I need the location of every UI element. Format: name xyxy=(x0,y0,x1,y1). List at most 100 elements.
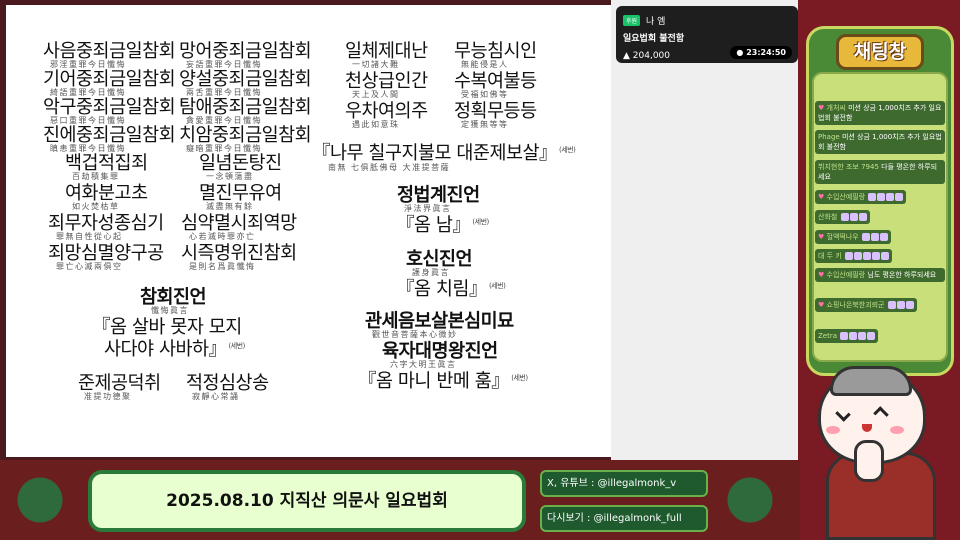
emote-icon xyxy=(845,252,854,260)
verse-hanja: 如火焚枯草 xyxy=(72,202,120,211)
repeat-tag: (세번) xyxy=(472,217,489,226)
chat-nick: 대 두 키 xyxy=(818,252,842,260)
mascot-cheek xyxy=(826,426,840,434)
social-x-youtube: X, 유튜브 : @illegalmonk_v xyxy=(540,470,708,497)
preview-strip xyxy=(611,0,800,460)
verse-line: 정획무등등 xyxy=(454,101,537,122)
emote-icon xyxy=(854,252,863,260)
verse-line: 무능침시인 xyxy=(454,41,537,62)
mantra-line: 『옴 살바 못자 모지 xyxy=(92,317,242,338)
chat-nick: 산화철 xyxy=(818,213,838,221)
emote-icon xyxy=(881,252,890,260)
chat-message: 뷔지현한 조보 7945 다들 평온한 하루되세요 xyxy=(815,160,945,184)
mantra-text: 『나무 칠구지불모 대준제보살』 xyxy=(312,143,558,164)
section-title: 호신진언 xyxy=(406,249,473,270)
mascot-praying-hands xyxy=(854,440,884,482)
emote-icon xyxy=(849,332,858,340)
verse-hanja: 一切諸大難 xyxy=(352,60,400,69)
verse-line: 기어중죄금일참회 xyxy=(43,69,176,90)
chat-nick: 수입산예필랑 xyxy=(826,193,866,201)
emote-icon xyxy=(867,332,876,340)
chat-title: 채팅창 xyxy=(836,34,924,70)
heart-icon: ♥ xyxy=(818,301,825,309)
verse-hanja: 貪愛重罪今日懺悔 xyxy=(186,116,262,125)
emote-icon xyxy=(872,252,881,260)
verse-line: 준제공덕취 xyxy=(78,373,161,394)
verse-hanja: 受福如佛等 xyxy=(461,90,509,99)
social-replay: 다시보기 : @illegalmonk_full xyxy=(540,505,708,532)
emote-icon xyxy=(858,332,867,340)
cheese-icon: ▲ xyxy=(623,51,630,61)
verse-hanja: 罪亡心滅兩俱空 xyxy=(56,262,123,271)
repeat-tag: (세번) xyxy=(488,281,506,290)
mantra-line: 『나무 칠구지불모 대준제보살』 (세번) xyxy=(312,143,576,164)
emote-icon xyxy=(879,233,888,241)
verse-line: 수복여불등 xyxy=(454,71,537,92)
section-title-hanja: 淨法界眞言 xyxy=(404,204,452,213)
verse-hanja: 瞋恚重罪今日懺悔 xyxy=(50,144,126,153)
verse-line: 망어중죄금일참회 xyxy=(179,41,312,62)
chat-message: 산화철 xyxy=(815,210,870,224)
emote-icon xyxy=(840,332,849,340)
mantra-line: 사다야 사바하』 (세번) xyxy=(104,339,245,360)
emote-icon xyxy=(858,213,867,221)
verse-hanja: 滅盡無有餘 xyxy=(206,202,254,211)
verse-line: 진에중죄금일참회 xyxy=(43,125,176,146)
chat-message: Phage 미션 상금 1,000치즈 추가 일요법회 불전함 xyxy=(815,130,945,154)
emote-icon xyxy=(870,233,879,241)
mantra-text: 사다야 사바하』 xyxy=(104,339,227,360)
emote-icon xyxy=(895,193,904,201)
donation-amount: ▲ 204,000 xyxy=(623,51,670,61)
section-title-hanja: 觀世音菩薩本心微妙 xyxy=(372,330,458,339)
event-title: 2025.08.10 지직산 의문사 일요법회 xyxy=(88,470,526,532)
verse-hanja: 南無 七俱胝佛母 大准提菩薩 xyxy=(328,163,451,172)
verse-hanja: 邪淫重罪今日懺悔 xyxy=(50,60,126,69)
emote-icon xyxy=(887,301,896,309)
verse-hanja: 兩舌重罪今日懺悔 xyxy=(186,88,262,97)
verse-hanja: 遇此如意珠 xyxy=(352,120,400,129)
section-title-hanja: 護身眞言 xyxy=(412,268,450,277)
emote-icon xyxy=(905,301,914,309)
emote-icon xyxy=(861,233,870,241)
donor-name: 나 엠 xyxy=(646,17,666,27)
emote-icon xyxy=(849,213,858,221)
verse-line: 죄망심멸양구공 xyxy=(48,243,164,264)
mantra-line: 『옴 마니 반메 훔』 (세번) xyxy=(358,371,528,392)
chat-message: ♥ 수입산예필랑 xyxy=(815,190,907,204)
verse-hanja: 妄語重罪今日懺悔 xyxy=(186,60,262,69)
emote-icon xyxy=(886,193,895,201)
heart-icon: ♥ xyxy=(818,233,825,241)
section-title: 관세음보살본심미묘 xyxy=(365,311,514,332)
verse-line: 일념돈탕진 xyxy=(199,153,282,174)
section-title: 정법계진언 xyxy=(397,185,480,206)
mantra-text: 『옴 마니 반메 훔』 xyxy=(358,371,510,392)
mantra-line: 『옴 남』 (세번) xyxy=(396,216,489,236)
scripture-slide: 사음중죄금일참회 邪淫重罪今日懺悔 기어중죄금일참회 綺語重罪今日懺悔 악구중죄… xyxy=(6,5,611,457)
donation-badge: 후원 xyxy=(623,15,641,26)
verse-hanja: 天上及人間 xyxy=(352,90,400,99)
heart-icon: ♥ xyxy=(818,271,825,279)
verse-hanja: 癡暗重罪今日懺悔 xyxy=(186,144,262,153)
chat-message: ♥ 쇼핑나온북한괴뢰군 xyxy=(815,298,917,312)
verse-line: 치암중죄금일참회 xyxy=(179,125,312,146)
verse-line: 여화분고초 xyxy=(65,183,148,204)
heart-icon: ♥ xyxy=(818,193,825,201)
verse-hanja: 寂靜心常誦 xyxy=(192,392,240,401)
verse-hanja: 罪無自性從心起 xyxy=(56,232,123,241)
verse-line: 우차여의주 xyxy=(345,101,428,122)
timer-value: 23:24:50 xyxy=(746,48,786,57)
mantra-text: 『옴 치림』 xyxy=(396,279,487,300)
emote-icon xyxy=(863,252,872,260)
section-title-hanja: 六字大明王眞言 xyxy=(390,360,457,369)
verse-line: 죄무자성종심기 xyxy=(48,213,164,234)
verse-line: 시즉명위진참회 xyxy=(181,243,297,264)
chat-message: Zetra xyxy=(815,329,879,343)
verse-line: 백겁적집죄 xyxy=(65,153,148,174)
verse-hanja: 一念頓蕩盡 xyxy=(206,172,254,181)
emote-icon xyxy=(896,301,905,309)
mantra-line: 『옴 치림』 (세번) xyxy=(396,279,506,300)
repeat-tag: (세번) xyxy=(559,145,576,154)
chat-nick: Zetra xyxy=(818,332,838,340)
chat-message: ♥ 개처씨 미션 상금 1,000치즈 추가 일요법회 불전함 xyxy=(815,101,945,125)
section-title-hanja: 懺悔眞言 xyxy=(151,306,189,315)
